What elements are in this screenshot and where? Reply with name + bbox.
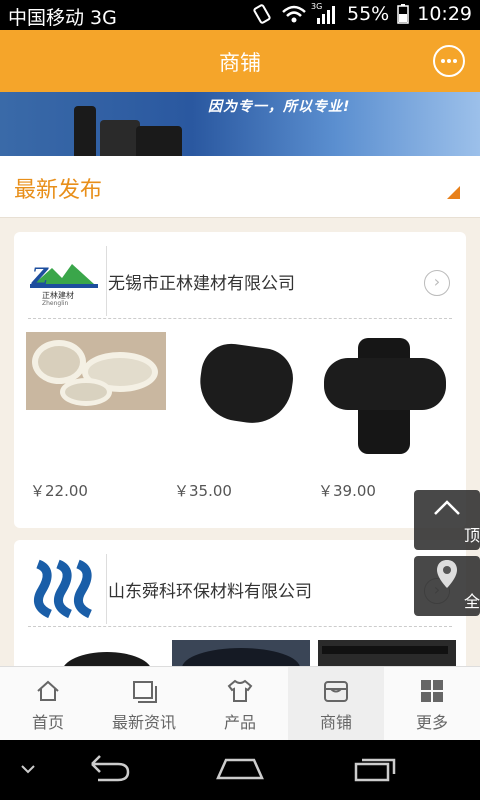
back-icon[interactable] (80, 740, 136, 800)
wifi-icon (282, 5, 306, 23)
section-header[interactable]: 最新发布 (0, 156, 480, 218)
tab-home[interactable]: 首页 (0, 667, 96, 740)
status-right: 3G 55% 10:29 (251, 2, 472, 25)
shop-icon (324, 681, 348, 702)
message-icon[interactable] (433, 45, 465, 77)
divider (28, 318, 452, 319)
company-name[interactable]: 无锡市正林建材有限公司 (108, 269, 295, 294)
nationwide-button[interactable]: 全国 (414, 556, 480, 616)
grid-icon (421, 680, 443, 702)
product-price: ￥22.00 (30, 482, 88, 500)
section-title: 最新发布 (14, 178, 103, 203)
home-nav-icon[interactable] (212, 740, 268, 800)
shop-logo-subtext: Zhenglin (42, 300, 69, 307)
tab-label: 最新资讯 (111, 713, 176, 732)
logo-divider (106, 554, 107, 624)
product-price: ￥35.00 (174, 482, 232, 500)
product-image (26, 332, 166, 410)
signal-icon: 3G (311, 2, 339, 24)
promo-banner[interactable]: 因为专一，所以专业! (0, 92, 480, 156)
nationwide-label: 全国 (463, 592, 480, 611)
back-to-top-button[interactable]: 顶部 (414, 490, 480, 550)
pipe-image (136, 126, 182, 156)
carrier-label: 中国移动 3G (8, 7, 117, 29)
tab-more[interactable]: 更多 (384, 667, 480, 740)
shop-logo (28, 556, 102, 620)
status-bar: 中国移动 3G 3G 55% 10:29 (0, 0, 480, 30)
system-nav-bar (0, 740, 480, 800)
chevron-down-icon[interactable] (18, 740, 38, 800)
product-price: ￥39.00 (318, 482, 376, 500)
banner-slogan: 因为专一，所以专业! (208, 99, 351, 115)
tab-label: 首页 (31, 713, 64, 732)
home-icon (37, 680, 59, 701)
shop-card[interactable]: 山东舜科环保材料有限公司 › (14, 540, 466, 680)
news-icon (133, 681, 157, 703)
rotate-icon (253, 4, 271, 24)
location-pin-icon (437, 560, 457, 588)
chevron-right-icon[interactable]: › (424, 270, 450, 296)
shirt-icon (227, 679, 253, 702)
pipe-image (74, 106, 96, 156)
title-bar: 商铺 (0, 30, 480, 92)
page-title: 商铺 (219, 51, 261, 75)
divider (28, 626, 452, 627)
recent-apps-icon[interactable] (348, 740, 404, 800)
shop-logo: Z 正林建材 Zhenglin (28, 248, 102, 312)
product-image (176, 332, 316, 429)
product-image (320, 332, 460, 454)
bottom-tab-bar: 首页 最新资讯 产品 商铺 更多 (0, 666, 480, 740)
tab-label: 更多 (415, 713, 448, 732)
clock: 10:29 (417, 3, 472, 25)
tab-label: 商铺 (319, 713, 352, 732)
shop-card[interactable]: Z 正林建材 Zhenglin 无锡市正林建材有限公司 › ￥22.00 ￥35… (14, 232, 466, 528)
tab-products[interactable]: 产品 (192, 667, 288, 740)
tab-news[interactable]: 最新资讯 (96, 667, 192, 740)
pipe-image (100, 120, 140, 156)
corner-triangle-icon (447, 186, 460, 199)
company-name[interactable]: 山东舜科环保材料有限公司 (108, 577, 312, 602)
chevron-up-icon (434, 500, 460, 515)
logo-divider (106, 246, 107, 316)
back-to-top-label: 顶部 (463, 526, 480, 545)
tab-shops[interactable]: 商铺 (288, 667, 384, 740)
battery-percent: 55% (347, 3, 390, 25)
battery-icon (397, 4, 409, 24)
tab-label: 产品 (223, 713, 256, 732)
